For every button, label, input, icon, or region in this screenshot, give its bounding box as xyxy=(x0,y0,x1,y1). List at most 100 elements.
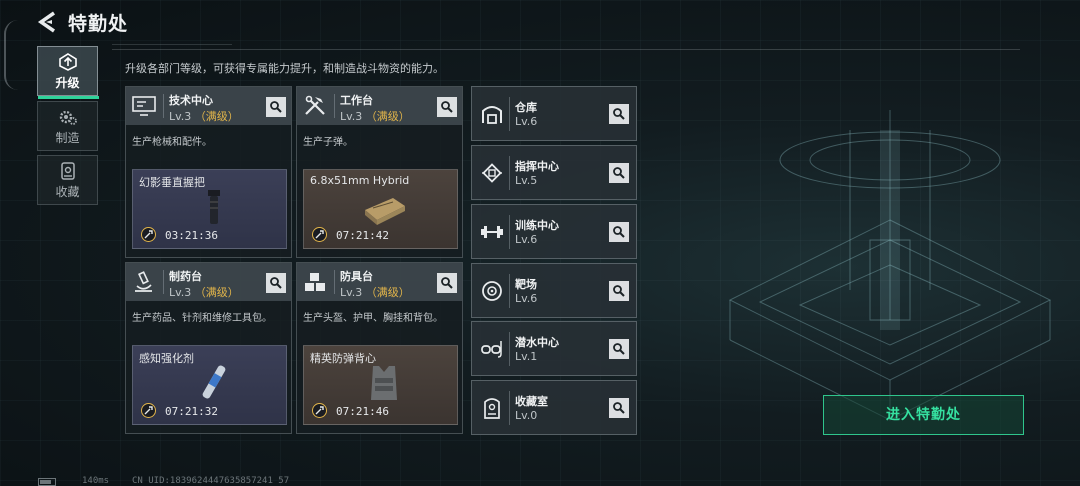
department-card-tech-center[interactable]: 技术中心 Lv.3 （满级） 生产枪械和配件。 幻影垂直握把 03:21:36 xyxy=(125,86,292,258)
header-separator xyxy=(163,270,164,294)
department-level: Lv.3 （满级） xyxy=(340,108,410,124)
department-card-workbench[interactable]: 工作台 Lv.3 （满级） 生产子弹。 6.8x51mm Hybrid 07:2… xyxy=(296,86,463,258)
facility-name: 收藏室 xyxy=(515,395,548,408)
card-header: 工作台 Lv.3 （满级） xyxy=(297,87,462,125)
department-name: 工作台 xyxy=(340,94,373,107)
header-divider xyxy=(112,49,1020,50)
tab-label: 升级 xyxy=(55,76,80,90)
facility-name: 仓库 xyxy=(515,101,537,114)
facility-card-command-center[interactable]: 指挥中心 Lv.5 xyxy=(471,145,637,200)
left-edge-decoration xyxy=(4,20,18,90)
header-separator xyxy=(334,94,335,118)
magnifier-icon xyxy=(613,167,625,179)
upgrade-icon xyxy=(58,53,77,71)
production-timer: 07:21:46 xyxy=(336,405,389,418)
card-header: 制药台 Lv.3 （满级） xyxy=(126,263,291,301)
facility-name: 靶场 xyxy=(515,278,537,291)
magnifier-icon xyxy=(270,101,282,113)
facility-card-diving-center[interactable]: 潜水中心 Lv.1 xyxy=(471,321,637,376)
inspect-button[interactable] xyxy=(609,163,629,183)
facility-card-training-center[interactable]: 训练中心 Lv.6 xyxy=(471,204,637,259)
inspect-button[interactable] xyxy=(266,97,286,117)
facility-card-shooting-range[interactable]: 靶场 Lv.6 xyxy=(471,263,637,318)
card-header: 技术中心 Lv.3 （满级） xyxy=(126,87,291,125)
inspect-button[interactable] xyxy=(609,281,629,301)
gear-icon xyxy=(59,110,77,125)
chip-icon xyxy=(482,163,502,183)
department-description: 生产枪械和配件。 xyxy=(132,137,212,148)
tab-manufacture[interactable]: 制造 xyxy=(37,101,98,151)
armor-vest-image xyxy=(371,366,397,400)
level-value: Lv.3 xyxy=(169,110,192,123)
header-separator xyxy=(163,94,164,118)
inspect-button[interactable] xyxy=(609,104,629,124)
dumbbell-icon xyxy=(481,226,503,238)
department-level: Lv.3 （满级） xyxy=(169,108,239,124)
facility-level: Lv.6 xyxy=(515,292,538,305)
production-timer: 07:21:32 xyxy=(165,405,218,418)
production-slot[interactable]: 幻影垂直握把 03:21:36 xyxy=(132,169,287,249)
facility-name: 指挥中心 xyxy=(515,160,559,173)
wrench-timer-icon xyxy=(141,227,156,242)
department-description: 生产子弹。 xyxy=(303,137,353,148)
department-card-armor[interactable]: 防具台 Lv.3 （满级） 生产头盔、护甲、胸挂和背包。 精英防弹背心 07:2… xyxy=(296,262,463,434)
back-arrow-icon[interactable] xyxy=(36,10,58,34)
monitor-icon xyxy=(132,96,156,116)
header-separator xyxy=(334,270,335,294)
facility-level: Lv.5 xyxy=(515,174,538,187)
diving-mask-icon xyxy=(481,341,502,358)
target-icon xyxy=(482,281,502,301)
card-header: 防具台 Lv.3 （满级） xyxy=(297,263,462,301)
department-level: Lv.3 （满级） xyxy=(340,284,410,300)
product-name: 感知强化剂 xyxy=(139,352,194,365)
ammo-box-image xyxy=(365,198,405,225)
upgrade-description: 升级各部门等级，可获得专属能力提升，和制造战斗物资的能力。 xyxy=(125,62,444,75)
inspect-button[interactable] xyxy=(437,273,457,293)
enter-special-ops-button[interactable]: 进入特勤处 xyxy=(823,395,1024,435)
production-timer: 03:21:36 xyxy=(165,229,218,242)
card-separator xyxy=(509,215,510,249)
production-slot[interactable]: 感知强化剂 07:21:32 xyxy=(132,345,287,425)
max-level-badge: （满级） xyxy=(194,110,239,123)
level-value: Lv.3 xyxy=(340,110,363,123)
facility-level: Lv.6 xyxy=(515,115,538,128)
magnifier-icon xyxy=(441,277,453,289)
collection-icon xyxy=(60,162,75,180)
inspect-button[interactable] xyxy=(609,222,629,242)
facility-card-collection-room[interactable]: 收藏室 Lv.0 xyxy=(471,380,637,435)
vertical-grip-image xyxy=(208,190,220,224)
production-slot[interactable]: 精英防弹背心 07:21:46 xyxy=(303,345,458,425)
status-footer: 140ms CN UID:1839624447635857241 57 xyxy=(0,472,1080,486)
trophy-case-icon xyxy=(484,398,500,419)
facility-name: 训练中心 xyxy=(515,219,559,232)
injector-image xyxy=(202,365,226,399)
department-description: 生产头盔、护甲、胸挂和背包。 xyxy=(303,313,443,324)
facility-level: Lv.1 xyxy=(515,350,538,363)
max-level-badge: （满级） xyxy=(365,286,410,299)
tab-label: 收藏 xyxy=(55,185,80,199)
card-separator xyxy=(509,274,510,308)
inspect-button[interactable] xyxy=(266,273,286,293)
inspect-button[interactable] xyxy=(609,398,629,418)
inspect-button[interactable] xyxy=(609,339,629,359)
header-divider-short xyxy=(112,44,232,45)
production-slot[interactable]: 6.8x51mm Hybrid 07:21:42 xyxy=(303,169,458,249)
page-title: 特勤处 xyxy=(68,13,129,35)
user-uid: CN UID:1839624447635857241 57 xyxy=(132,476,290,486)
department-name: 制药台 xyxy=(169,270,202,283)
department-name: 防具台 xyxy=(340,270,373,283)
department-name: 技术中心 xyxy=(169,94,213,107)
tab-collection[interactable]: 收藏 xyxy=(37,155,98,205)
facility-card-warehouse[interactable]: 仓库 Lv.6 xyxy=(471,86,637,141)
card-separator xyxy=(509,156,510,190)
department-card-pharmacy[interactable]: 制药台 Lv.3 （满级） 生产药品、针剂和维修工具包。 感知强化剂 07:21… xyxy=(125,262,292,434)
level-value: Lv.3 xyxy=(340,286,363,299)
wrench-timer-icon xyxy=(312,403,327,418)
inspect-button[interactable] xyxy=(437,97,457,117)
tab-upgrade[interactable]: 升级 xyxy=(37,46,99,99)
max-level-badge: （满级） xyxy=(365,110,410,123)
production-timer: 07:21:42 xyxy=(336,229,389,242)
product-name: 6.8x51mm Hybrid xyxy=(310,174,410,187)
magnifier-icon xyxy=(441,101,453,113)
magnifier-icon xyxy=(613,343,625,355)
